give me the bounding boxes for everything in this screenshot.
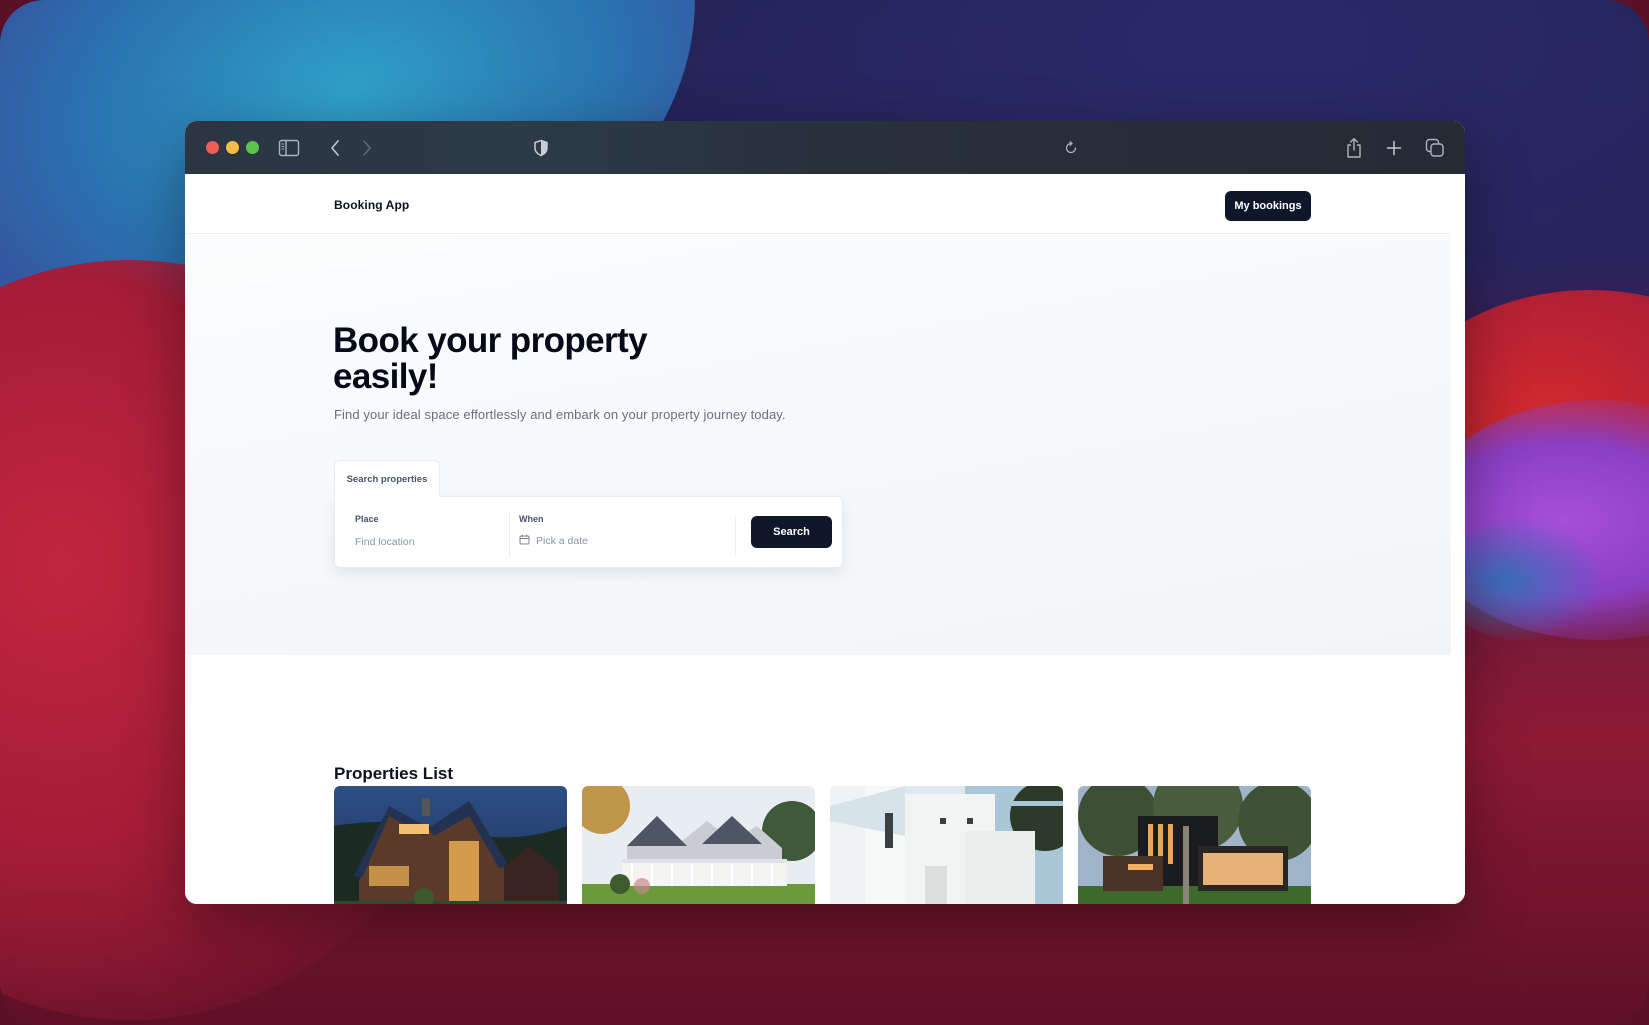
search-button[interactable]: Search [751, 516, 832, 548]
brand-logo[interactable]: Booking App [334, 198, 409, 212]
search-properties-tab[interactable]: Search properties [334, 460, 440, 497]
site-header: Booking App My bookings [185, 174, 1451, 234]
property-image-wooden-house [334, 786, 567, 904]
maximize-window-button[interactable] [246, 141, 259, 154]
properties-grid [334, 786, 1312, 904]
property-image-colonial-house [582, 786, 815, 904]
browser-toolbar [185, 121, 1465, 174]
search-form: Place When Pick a date Search [334, 496, 843, 568]
sidebar-icon[interactable] [277, 136, 301, 160]
calendar-icon [519, 534, 530, 548]
page-viewport: Booking App My bookings Book your proper… [185, 174, 1465, 904]
share-icon[interactable] [1342, 136, 1366, 160]
forward-icon[interactable] [355, 136, 379, 160]
tab-overview-icon[interactable] [1423, 136, 1447, 160]
my-bookings-button[interactable]: My bookings [1225, 191, 1311, 221]
property-card-4[interactable] [1078, 786, 1311, 904]
property-image-modern-white-house [830, 786, 1063, 904]
close-window-button[interactable] [206, 141, 219, 154]
properties-list-title: Properties List [334, 764, 454, 783]
place-label: Place [355, 514, 379, 524]
hero-section: Book your property easily! Find your ide… [185, 235, 1451, 655]
new-tab-icon[interactable] [1382, 136, 1406, 160]
privacy-shield-icon[interactable] [529, 136, 553, 160]
property-image-modern-dark-house [1078, 786, 1311, 904]
minimize-window-button[interactable] [226, 141, 239, 154]
browser-window: Booking App My bookings Book your proper… [185, 121, 1465, 904]
hero-title-line-1: Book your property [333, 321, 648, 360]
when-label: When [519, 514, 544, 524]
reload-icon[interactable] [1059, 136, 1083, 160]
property-card-1[interactable] [334, 786, 567, 904]
field-divider [735, 517, 736, 555]
field-divider [509, 511, 510, 557]
when-field: When Pick a date [519, 497, 739, 567]
place-input[interactable] [355, 533, 505, 551]
hero-title: Book your property easily! [333, 323, 753, 395]
hero-subtitle: Find your ideal space effortlessly and e… [334, 407, 786, 422]
date-placeholder: Pick a date [536, 535, 588, 547]
date-picker-trigger[interactable]: Pick a date [519, 532, 588, 550]
property-card-2[interactable] [582, 786, 815, 904]
place-field: Place [355, 497, 505, 567]
back-icon[interactable] [323, 136, 347, 160]
hero-title-line-2: easily! [333, 357, 438, 396]
property-card-3[interactable] [830, 786, 1063, 904]
